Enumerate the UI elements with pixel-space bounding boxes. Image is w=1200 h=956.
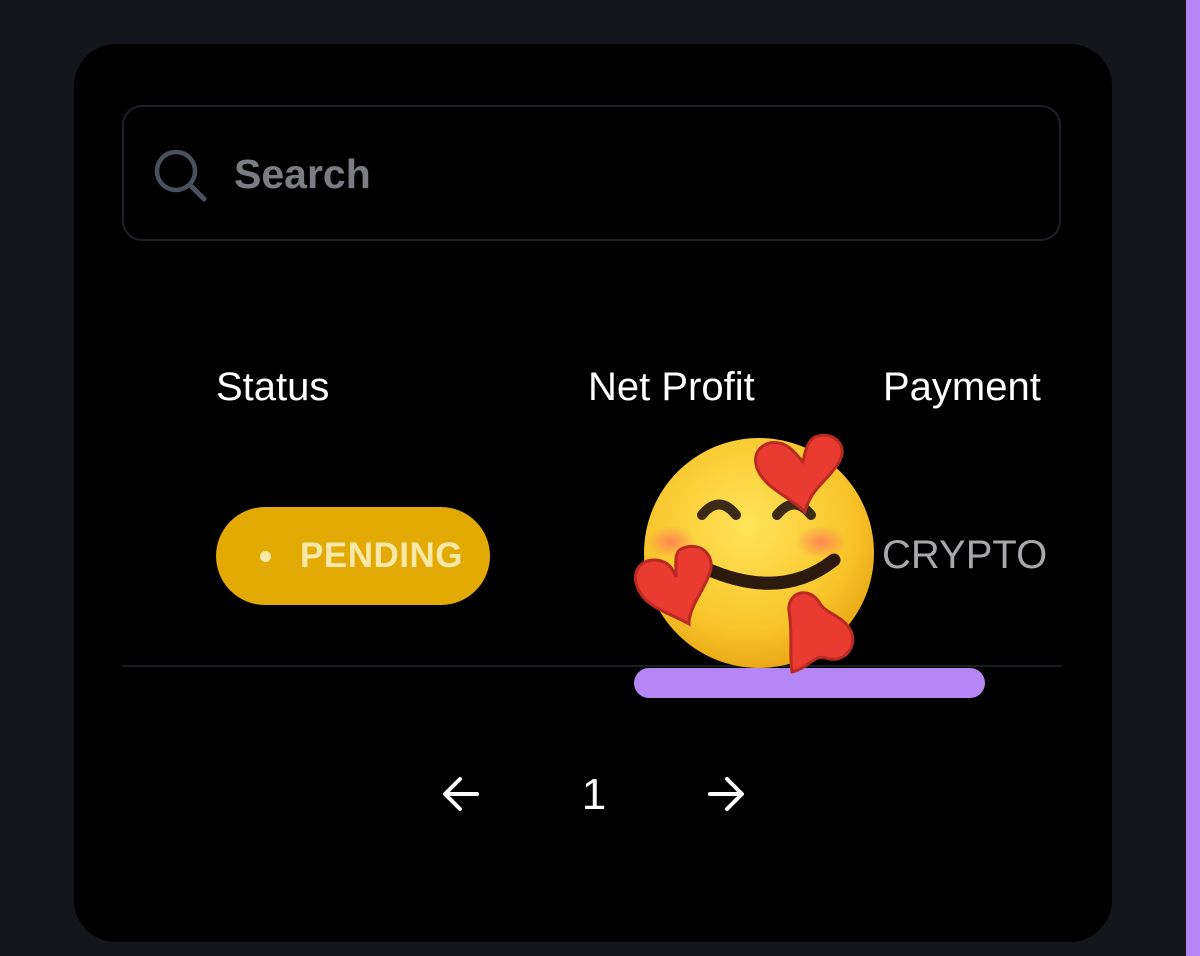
- status-badge: PENDING: [216, 507, 490, 605]
- transactions-card: Status Net Profit Payment PENDING CRYPTO…: [74, 44, 1112, 942]
- page: Status Net Profit Payment PENDING CRYPTO…: [0, 0, 1200, 956]
- row-divider: [122, 665, 1062, 667]
- arrow-left-icon[interactable]: [441, 774, 481, 814]
- search-box[interactable]: [122, 105, 1061, 241]
- status-badge-label: PENDING: [300, 536, 463, 575]
- search-input[interactable]: [234, 137, 1014, 211]
- payment-cell: CRYPTO: [882, 533, 1048, 577]
- accent-edge-strip: [1186, 0, 1200, 956]
- column-header-net-profit[interactable]: Net Profit: [588, 362, 755, 412]
- column-header-payment[interactable]: Payment: [883, 362, 1041, 412]
- column-header-status[interactable]: Status: [216, 362, 329, 412]
- smiling-face-with-hearts-icon: [633, 433, 874, 674]
- status-dot-icon: [260, 551, 271, 562]
- arrow-right-icon[interactable]: [706, 774, 746, 814]
- current-page-number: 1: [581, 770, 607, 819]
- search-icon: [154, 149, 207, 202]
